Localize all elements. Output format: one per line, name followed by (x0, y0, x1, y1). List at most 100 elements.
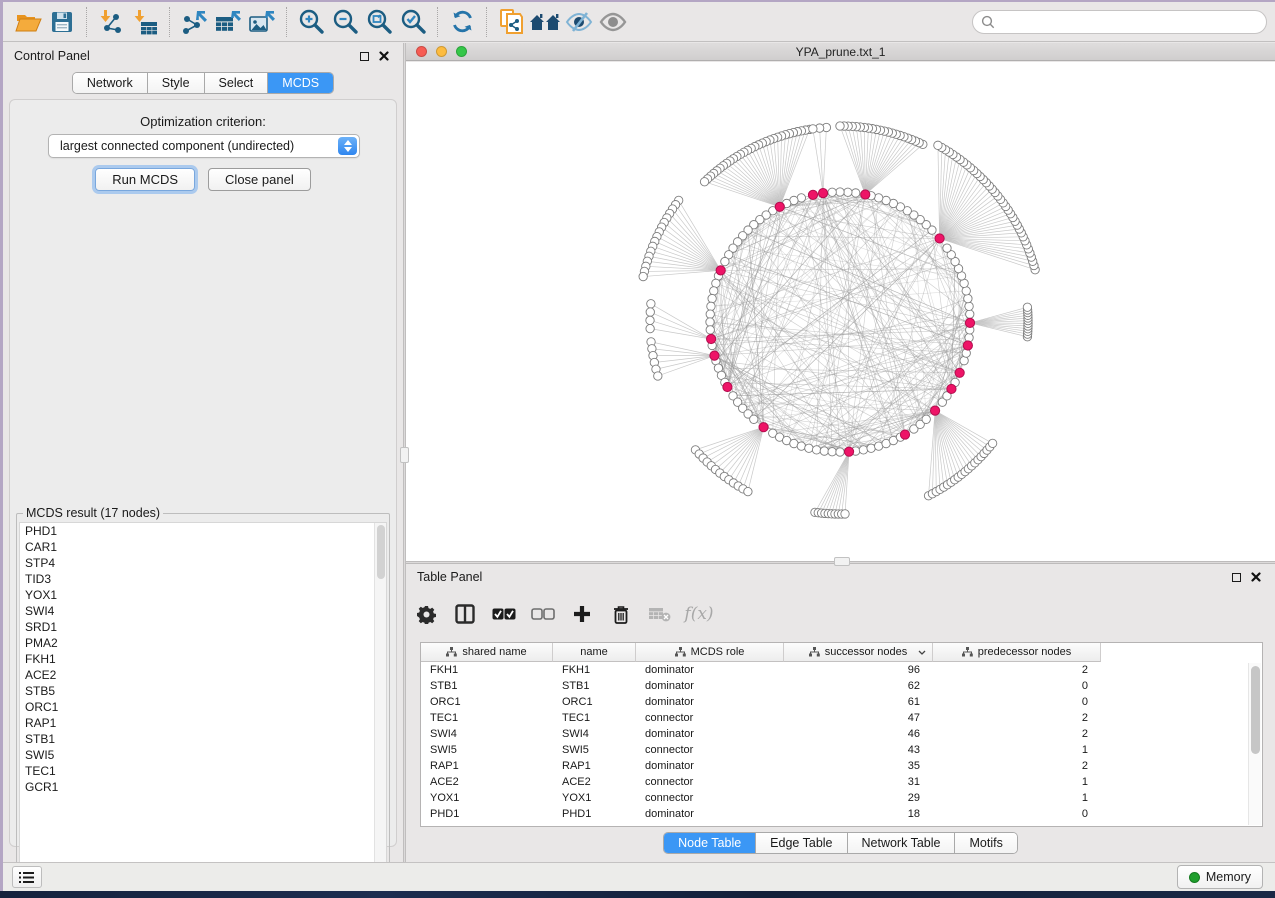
column-header-name[interactable]: name (553, 643, 636, 662)
shared-column-icon (675, 647, 686, 657)
toolbar-separator (286, 7, 287, 37)
horizontal-splitter-handle[interactable] (834, 557, 850, 566)
open-file-button[interactable] (11, 6, 45, 38)
gear-icon (417, 605, 436, 624)
list-item[interactable]: SRD1 (20, 619, 386, 635)
table-scrollbar[interactable] (1248, 663, 1261, 825)
table-settings-button[interactable] (414, 602, 438, 626)
network-titlebar[interactable]: YPA_prune.txt_1 (406, 43, 1275, 61)
import-network-button[interactable] (94, 6, 128, 38)
table-panel-title: Table Panel (406, 570, 482, 584)
list-item[interactable]: SWI4 (20, 603, 386, 619)
trash-icon (613, 605, 629, 624)
list-item[interactable]: ORC1 (20, 699, 386, 715)
export-table-button[interactable] (211, 6, 245, 38)
list-item[interactable]: GCR1 (20, 779, 386, 795)
table-row[interactable]: ACE2 ACE2 connector 31 1 (421, 774, 1262, 790)
list-item[interactable]: FKH1 (20, 651, 386, 667)
list-item[interactable]: TID3 (20, 571, 386, 587)
network-canvas[interactable] (406, 62, 1275, 561)
tab-node-table[interactable]: Node Table (664, 833, 756, 853)
list-item[interactable]: TEC1 (20, 763, 386, 779)
export-image-button[interactable] (245, 6, 279, 38)
table-row[interactable]: TEC1 TEC1 connector 47 2 (421, 710, 1262, 726)
list-item[interactable]: STP4 (20, 555, 386, 571)
close-panel-icon[interactable] (379, 51, 389, 61)
column-header-successor-nodes[interactable]: successor nodes (784, 643, 933, 662)
export-network-button[interactable] (177, 6, 211, 38)
mcds-list-scrollbar[interactable] (374, 523, 386, 872)
list-item[interactable]: RAP1 (20, 715, 386, 731)
list-item[interactable]: ACE2 (20, 667, 386, 683)
import-table-button[interactable] (128, 6, 162, 38)
zoom-selected-icon (400, 8, 427, 35)
close-panel-button[interactable]: Close panel (208, 168, 311, 191)
table-row[interactable]: FKH1 FKH1 dominator 96 2 (421, 662, 1262, 678)
vertical-splitter-handle[interactable] (400, 447, 409, 463)
checked-boxes-icon (492, 608, 516, 621)
clone-network-icon (498, 8, 524, 36)
zoom-out-button[interactable] (328, 6, 362, 38)
tab-edge-table[interactable]: Edge Table (756, 833, 847, 853)
add-column-button[interactable] (570, 602, 594, 626)
column-visibility-button[interactable] (453, 602, 477, 626)
table-row[interactable]: ORC1 ORC1 dominator 61 0 (421, 694, 1262, 710)
memory-button[interactable]: Memory (1177, 865, 1263, 889)
task-history-button[interactable] (12, 866, 42, 888)
chevron-down-icon (918, 650, 926, 655)
zoom-in-button[interactable] (294, 6, 328, 38)
refresh-layout-button[interactable] (445, 6, 479, 38)
tab-network-table[interactable]: Network Table (848, 833, 956, 853)
tab-mcds[interactable]: MCDS (268, 73, 333, 93)
list-item[interactable]: PMA2 (20, 635, 386, 651)
float-panel-icon[interactable] (1232, 573, 1241, 582)
clone-network-button[interactable] (494, 6, 528, 38)
table-row[interactable]: RAP1 RAP1 dominator 35 2 (421, 758, 1262, 774)
zoom-selected-button[interactable] (396, 6, 430, 38)
tab-network[interactable]: Network (73, 73, 148, 93)
table-row[interactable]: YOX1 YOX1 connector 29 1 (421, 790, 1262, 806)
desktop: Control Panel Network Style Select MCDS … (0, 0, 1275, 898)
tab-style[interactable]: Style (148, 73, 205, 93)
deselect-all-button[interactable] (531, 602, 555, 626)
table-row[interactable]: STB1 STB1 dominator 62 0 (421, 678, 1262, 694)
list-item[interactable]: CAR1 (20, 539, 386, 555)
open-folder-icon (15, 10, 42, 34)
show-all-button[interactable] (596, 6, 630, 38)
close-panel-icon[interactable] (1251, 572, 1261, 582)
network-title: YPA_prune.txt_1 (406, 45, 1275, 59)
column-header-predecessor-nodes[interactable]: predecessor nodes (933, 643, 1101, 662)
control-panel-titlebar: Control Panel (3, 43, 403, 69)
select-all-button[interactable] (492, 602, 516, 626)
mcds-result-group: MCDS result (17 nodes) PHD1CAR1STP4TID3Y… (16, 506, 390, 876)
tab-motifs[interactable]: Motifs (955, 833, 1016, 853)
list-item[interactable]: STB5 (20, 683, 386, 699)
hide-selected-button[interactable] (562, 6, 596, 38)
criterion-dropdown[interactable]: largest connected component (undirected) (48, 134, 360, 158)
zoom-fit-button[interactable] (362, 6, 396, 38)
network-graph[interactable] (406, 62, 1275, 561)
mcds-result-title: MCDS result (17 nodes) (23, 506, 163, 520)
list-item[interactable]: PHD1 (20, 523, 386, 539)
column-header-mcds-role[interactable]: MCDS role (636, 643, 784, 662)
list-item[interactable]: SWI5 (20, 747, 386, 763)
tab-select[interactable]: Select (205, 73, 269, 93)
delete-table-button[interactable] (648, 602, 672, 626)
delete-column-button[interactable] (609, 602, 633, 626)
search-input[interactable] (972, 10, 1267, 34)
column-header-shared-name[interactable]: shared name (421, 643, 553, 662)
save-session-button[interactable] (45, 6, 79, 38)
list-item[interactable]: YOX1 (20, 587, 386, 603)
run-mcds-button[interactable]: Run MCDS (95, 168, 195, 191)
table-scrollbar-thumb[interactable] (1251, 666, 1260, 754)
function-builder-button[interactable]: f(x) (687, 602, 711, 626)
table-row[interactable]: SWI4 SWI4 dominator 46 2 (421, 726, 1262, 742)
neighborhood-button[interactable] (528, 6, 562, 38)
list-item[interactable]: STB1 (20, 731, 386, 747)
table-row[interactable]: PHD1 PHD1 dominator 18 0 (421, 806, 1262, 822)
toolbar-separator (437, 7, 438, 37)
float-panel-icon[interactable] (360, 52, 369, 61)
main-toolbar (3, 2, 1275, 42)
mcds-panel: Optimization criterion: largest connecte… (9, 99, 397, 847)
table-row[interactable]: SWI5 SWI5 connector 43 1 (421, 742, 1262, 758)
